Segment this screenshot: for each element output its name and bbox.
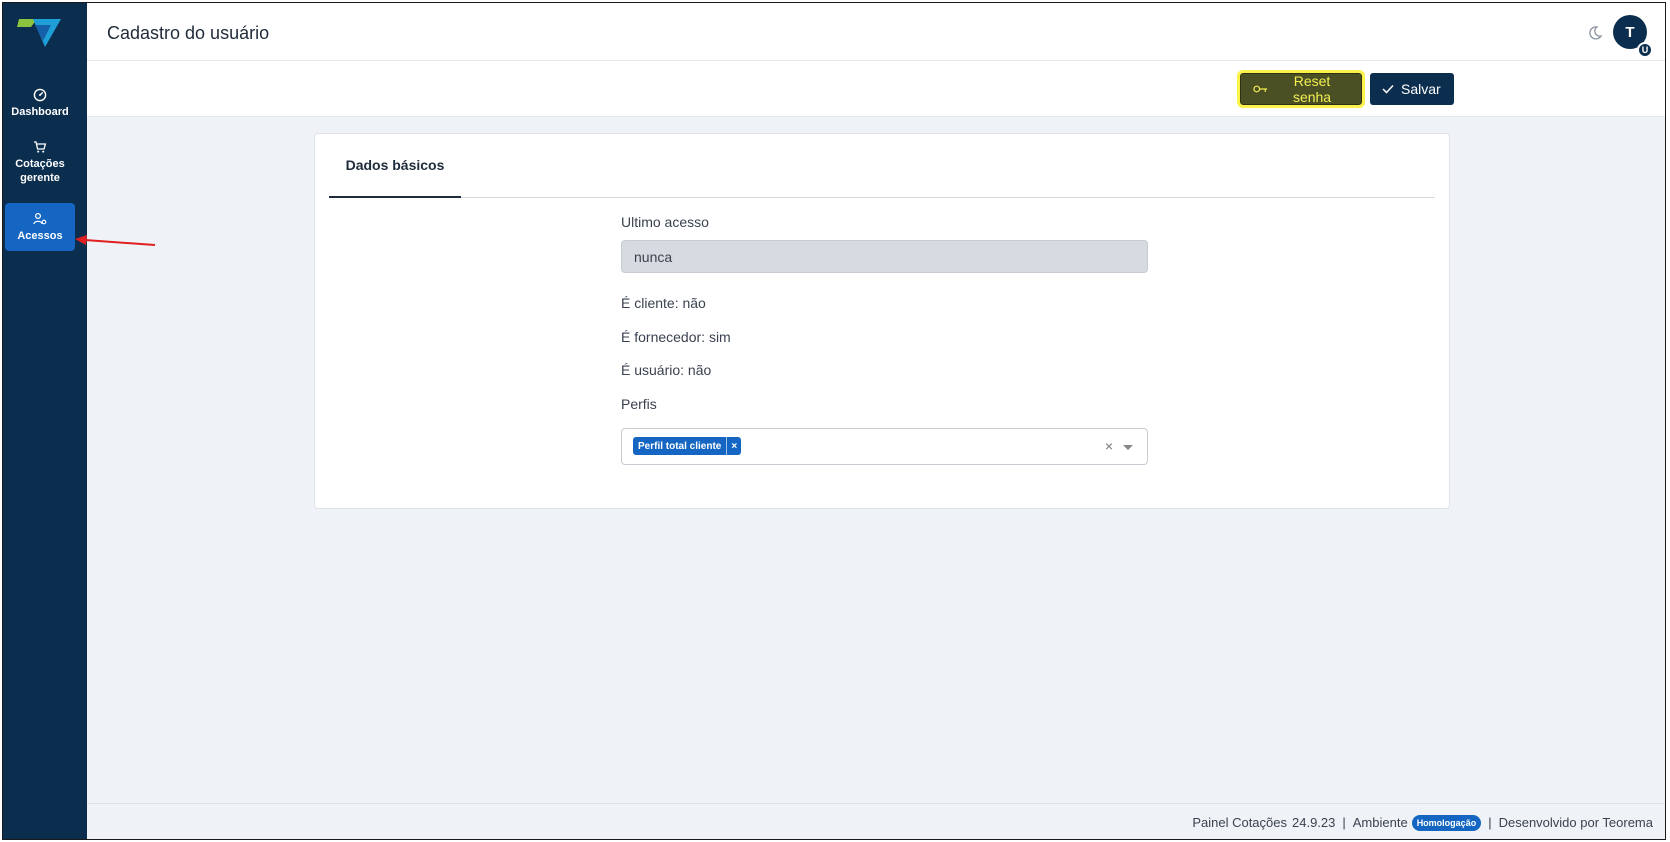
app-window: Dashboard Cotações gerente Acessos Cadas… — [2, 2, 1666, 840]
tab-bar: Dados básicos — [329, 134, 1435, 198]
profiles-label: Perfis — [621, 396, 657, 412]
last-access-field: nunca — [621, 240, 1148, 273]
footer: Painel Cotações 24.9.23 | Ambiente Homol… — [87, 803, 1665, 839]
profile-chip-label: Perfil total cliente — [638, 440, 722, 452]
is-client-text: É cliente: não — [621, 295, 706, 311]
footer-env-label: Ambiente — [1352, 815, 1408, 830]
remove-profile-icon[interactable]: × — [726, 437, 741, 455]
action-toolbar: Reset senha Salvar — [87, 61, 1665, 117]
footer-version: 24.9.23 — [1292, 815, 1336, 830]
sidebar-item-label: Dashboard — [11, 105, 69, 118]
chevron-down-icon[interactable] — [1123, 445, 1133, 450]
sidebar-item-label: Acessos — [17, 229, 63, 242]
annotation-arrow-icon — [75, 235, 156, 246]
sidebar-item-acessos[interactable]: Acessos — [5, 203, 75, 251]
profile-chip: Perfil total cliente × — [633, 437, 742, 455]
last-access-label: Ultimo acesso — [621, 214, 709, 230]
sidebar-item-cotacoes-gerente[interactable]: Cotações gerente — [5, 133, 75, 191]
env-badge: Homologação — [1411, 814, 1482, 831]
dark-mode-toggle-icon[interactable] — [1587, 25, 1603, 41]
sidebar-item-dashboard[interactable]: Dashboard — [5, 81, 75, 125]
tab-dados-basicos[interactable]: Dados básicos — [329, 134, 461, 198]
last-access-value: nunca — [634, 248, 673, 265]
save-label: Salvar — [1401, 81, 1441, 97]
sidebar: Dashboard Cotações gerente Acessos — [3, 3, 87, 839]
footer-separator: | — [1488, 815, 1492, 830]
page-title: Cadastro do usuário — [107, 23, 270, 43]
clear-selection-icon[interactable]: × — [1105, 438, 1113, 454]
sidebar-item-label: Cotações gerente — [15, 157, 65, 184]
save-button[interactable]: Salvar — [1370, 73, 1454, 105]
footer-separator: | — [1342, 815, 1346, 830]
footer-app-name: Painel Cotações — [1192, 815, 1287, 830]
app-logo-icon — [17, 19, 61, 47]
top-header: Cadastro do usuário T U — [87, 3, 1665, 61]
screenshot-frame: Dashboard Cotações gerente Acessos Cadas… — [0, 0, 1670, 842]
avatar-badge: U — [1637, 42, 1653, 58]
users-access-icon — [33, 212, 47, 224]
profiles-select[interactable]: Perfil total cliente × × — [621, 428, 1148, 465]
is-user-text: É usuário: não — [621, 362, 712, 378]
is-supplier-text: É fornecedor: sim — [621, 329, 731, 345]
check-icon — [1382, 84, 1394, 94]
key-icon — [1253, 85, 1268, 93]
cart-icon — [34, 140, 47, 153]
footer-developer: Desenvolvido por Teorema — [1498, 815, 1653, 830]
basic-data-form: Ultimo acesso nunca É cliente: não É for… — [621, 214, 1148, 465]
reset-password-label: Reset senha — [1292, 73, 1332, 105]
reset-password-button[interactable]: Reset senha — [1237, 70, 1365, 108]
dashboard-icon — [33, 88, 47, 101]
user-form-card: Dados básicos Ultimo acesso nunca É clie… — [314, 133, 1450, 509]
